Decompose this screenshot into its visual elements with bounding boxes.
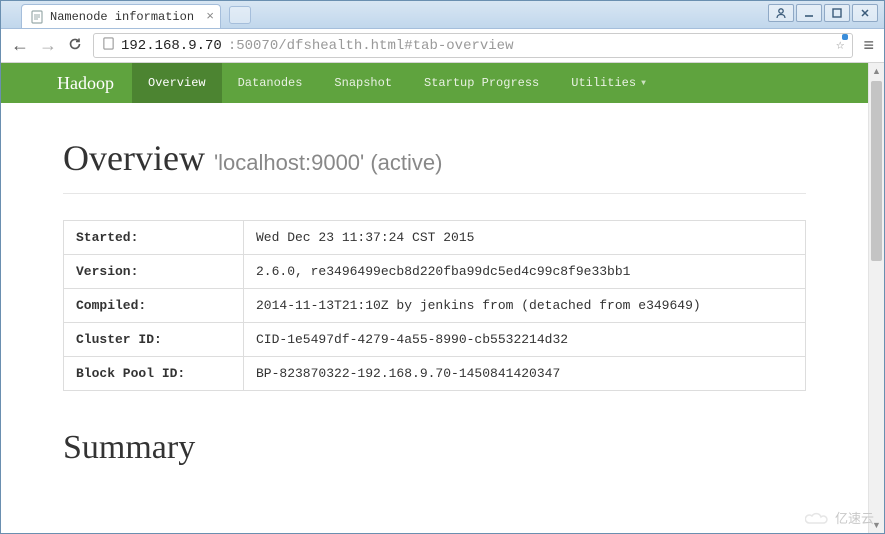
- table-row: Started:Wed Dec 23 11:37:24 CST 2015: [64, 221, 806, 255]
- tab-title: Namenode information: [50, 10, 194, 24]
- minimize-button[interactable]: [796, 4, 822, 22]
- url-bar[interactable]: 192.168.9.70 :50070/dfshealth.html#tab-ov…: [93, 33, 853, 58]
- page-title: Overview 'localhost:9000' (active): [63, 137, 806, 179]
- forward-button: →: [39, 35, 57, 56]
- divider: [63, 193, 806, 194]
- nav-datanodes[interactable]: Datanodes: [222, 63, 319, 103]
- url-path: :50070/dfshealth.html#tab-overview: [228, 38, 514, 54]
- overview-table: Started:Wed Dec 23 11:37:24 CST 2015 Ver…: [63, 220, 806, 391]
- page-icon: [102, 37, 115, 55]
- page-content: Hadoop Overview Datanodes Snapshot Start…: [1, 63, 868, 533]
- back-button[interactable]: ←: [11, 35, 29, 56]
- close-tab-icon[interactable]: ×: [206, 9, 214, 24]
- browser-window: Namenode information × ← →: [0, 0, 885, 534]
- chrome-menu-icon[interactable]: ≡: [863, 35, 874, 56]
- chevron-down-icon: ▼: [641, 79, 646, 88]
- scroll-thumb[interactable]: [871, 81, 882, 261]
- brand[interactable]: Hadoop: [57, 63, 132, 103]
- table-row: Block Pool ID:BP-823870322-192.168.9.70-…: [64, 357, 806, 391]
- reload-button[interactable]: [67, 36, 83, 55]
- nav-utilities[interactable]: Utilities▼: [555, 63, 662, 103]
- favicon: [30, 10, 44, 24]
- scroll-up-icon[interactable]: ▲: [869, 63, 884, 79]
- browser-toolbar: ← → 192.168.9.70 :50070/dfshealth.html#ta…: [1, 29, 884, 63]
- app-navbar: Hadoop Overview Datanodes Snapshot Start…: [1, 63, 868, 103]
- url-host: 192.168.9.70: [121, 38, 222, 54]
- browser-tab[interactable]: Namenode information ×: [21, 4, 221, 28]
- watermark: 亿速云: [805, 508, 874, 527]
- bookmark-icon[interactable]: ☆: [836, 37, 844, 54]
- nav-overview[interactable]: Overview: [132, 63, 222, 103]
- user-icon[interactable]: [768, 4, 794, 22]
- titlebar: Namenode information ×: [1, 1, 884, 29]
- maximize-button[interactable]: [824, 4, 850, 22]
- summary-heading: Summary: [63, 429, 806, 467]
- new-tab-button[interactable]: [229, 6, 251, 24]
- nav-startup-progress[interactable]: Startup Progress: [408, 63, 555, 103]
- close-window-button[interactable]: [852, 4, 878, 22]
- table-row: Compiled:2014-11-13T21:10Z by jenkins fr…: [64, 289, 806, 323]
- nav-snapshot[interactable]: Snapshot: [318, 63, 408, 103]
- table-row: Version:2.6.0, re3496499ecb8d220fba99dc5…: [64, 255, 806, 289]
- page-subtitle: 'localhost:9000' (active): [214, 150, 443, 175]
- table-row: Cluster ID:CID-1e5497df-4279-4a55-8990-c…: [64, 323, 806, 357]
- vertical-scrollbar[interactable]: ▲ ▼: [868, 63, 884, 533]
